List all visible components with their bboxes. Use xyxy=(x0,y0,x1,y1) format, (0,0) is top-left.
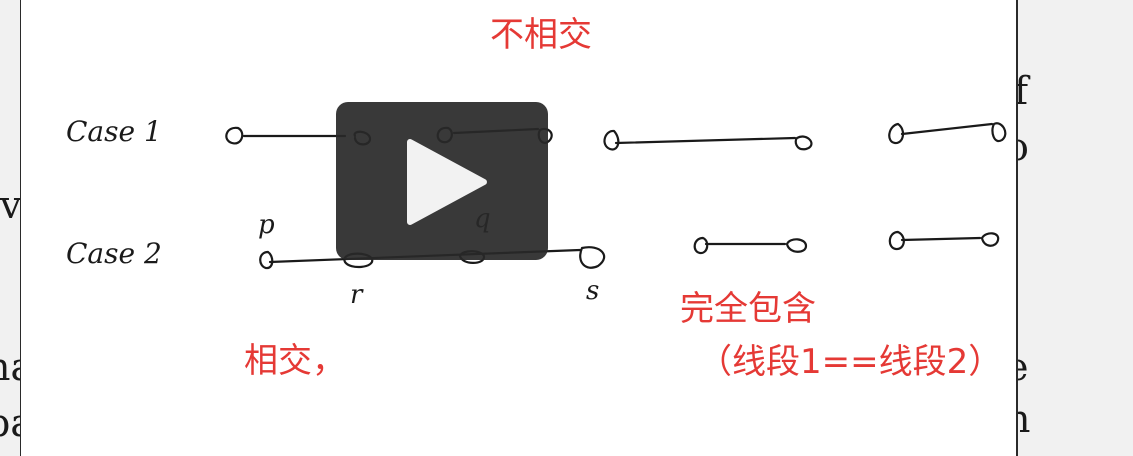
case2-segment-equal-2 xyxy=(888,230,1000,251)
case2-label: Case 2 xyxy=(66,237,162,270)
whiteboard-sketch xyxy=(225,122,1007,270)
point-p-label: p xyxy=(258,210,275,240)
case1-label: Case 1 xyxy=(66,115,162,148)
intersect-annotation: 相交， xyxy=(244,341,346,381)
point-s-label: s xyxy=(586,276,600,306)
case1-segment-d xyxy=(888,122,1007,145)
play-icon xyxy=(407,139,487,225)
no-intersect-annotation: 不相交 xyxy=(490,15,592,55)
case1-segment-c xyxy=(603,129,813,151)
full-contain-annotation: 完全包含 xyxy=(680,289,816,329)
point-r-label: r xyxy=(350,280,363,310)
case2-segment-equal-1 xyxy=(693,236,808,255)
video-play-button[interactable] xyxy=(336,102,548,260)
equal-segments-annotation: （线段1==线段2） xyxy=(698,342,1003,382)
